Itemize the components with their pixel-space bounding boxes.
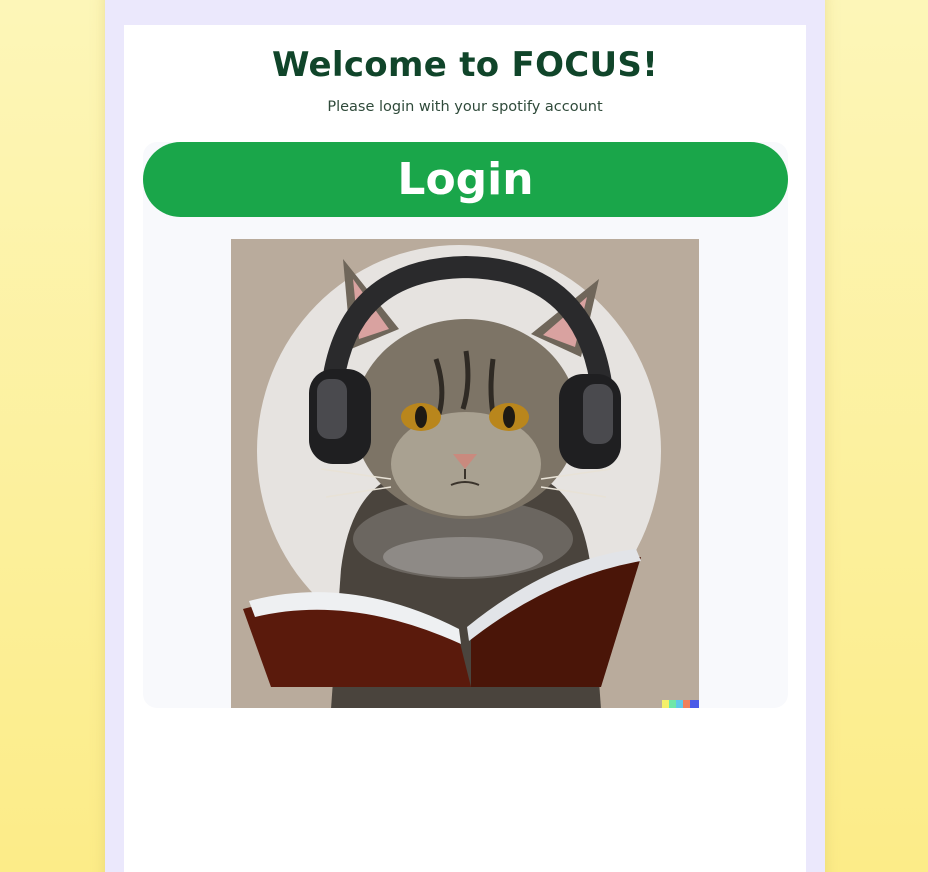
page-title: Welcome to FOCUS! [271, 45, 659, 85]
login-panel: Login [143, 142, 788, 708]
page-subtitle: Please login with your spotify account [327, 99, 603, 115]
cat-illustration-svg [243, 245, 699, 708]
login-card: Welcome to FOCUS! Please login with your… [124, 25, 806, 872]
watermark-squares [662, 700, 669, 708]
login-button[interactable]: Login [143, 142, 788, 217]
cat-headphones-illustration [231, 239, 699, 708]
